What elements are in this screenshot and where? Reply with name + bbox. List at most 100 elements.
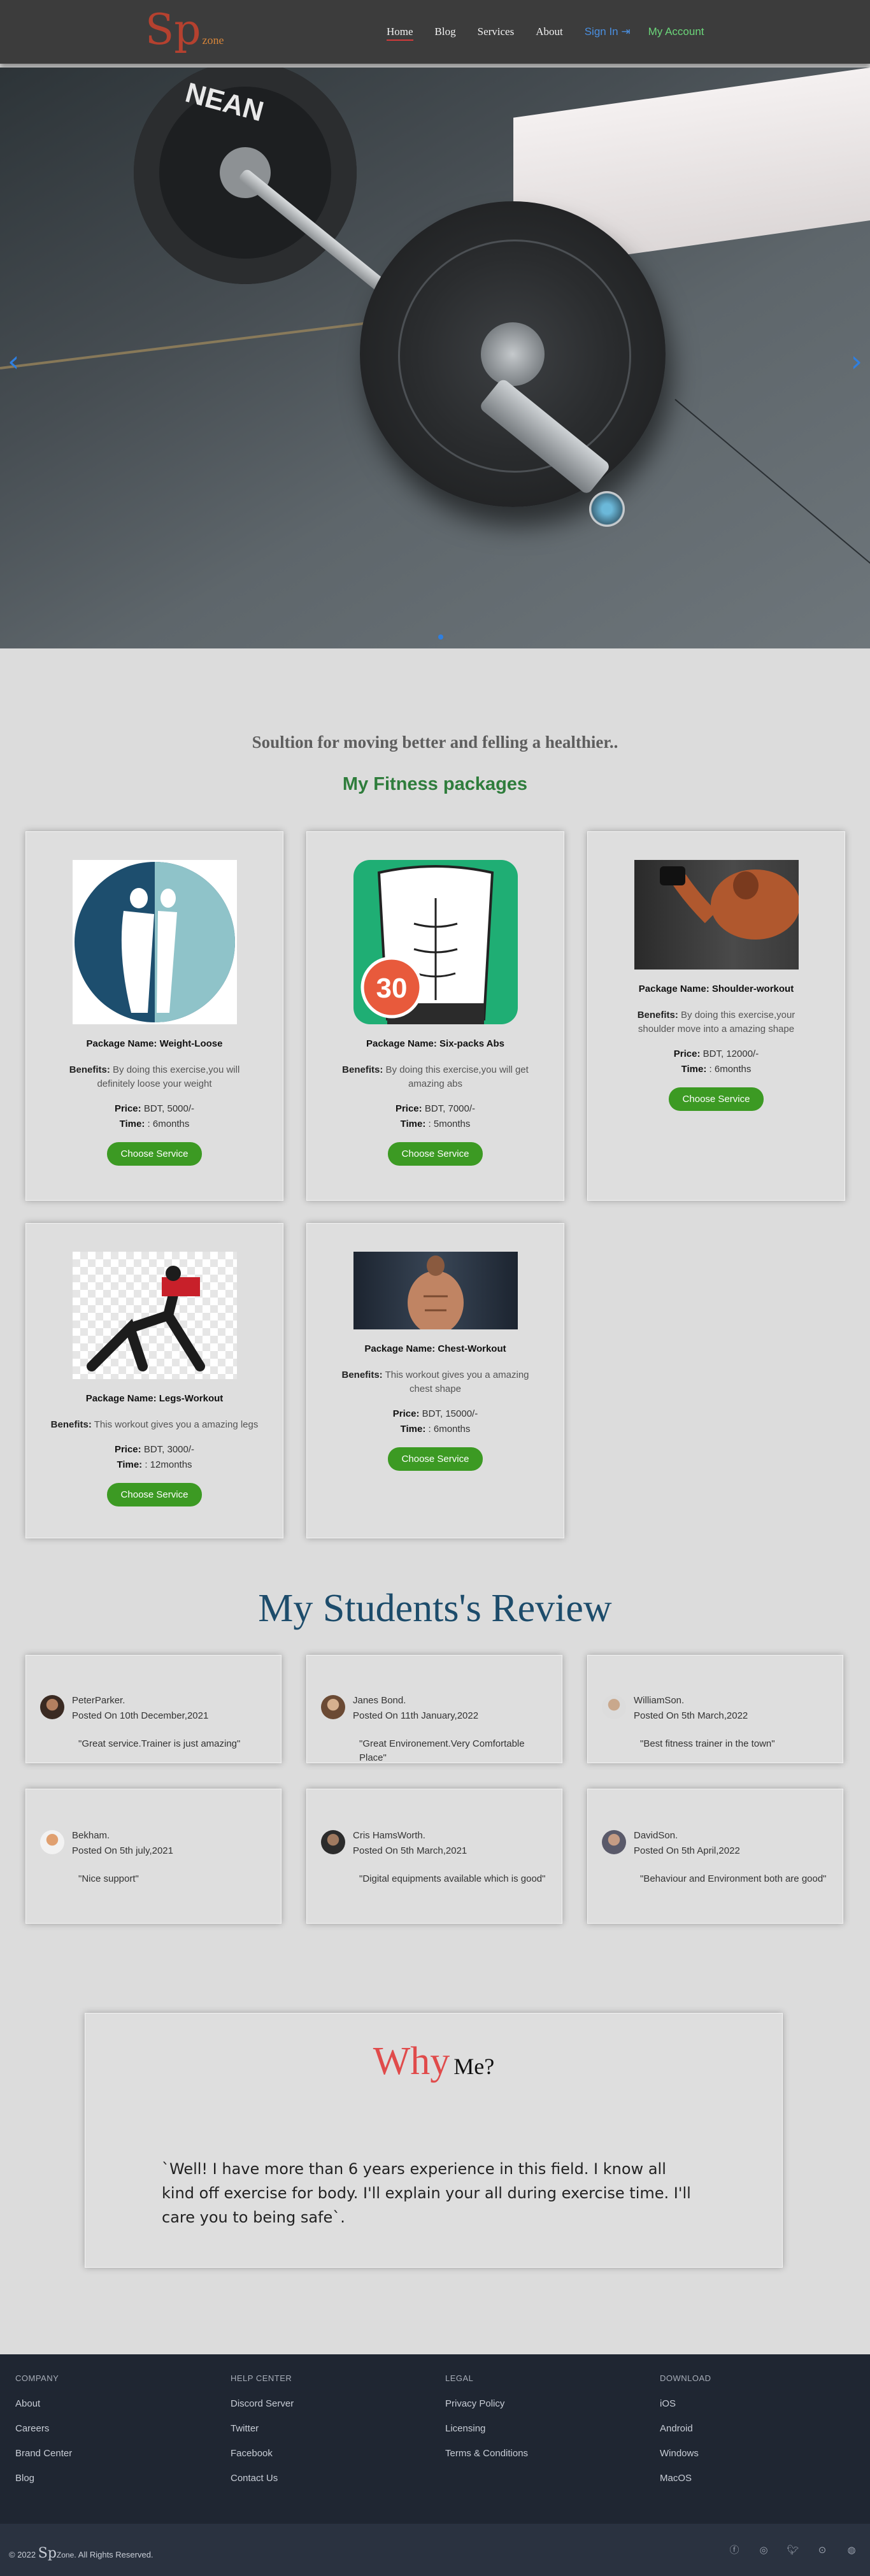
weight-loss-image xyxy=(72,860,237,1024)
review-card: DavidSon. Posted On 5th April,2022 "Beha… xyxy=(587,1789,843,1924)
nav-blog[interactable]: Blog xyxy=(435,25,456,38)
logo-main: Sp xyxy=(145,5,201,54)
footer-link[interactable]: Blog xyxy=(15,2473,72,2484)
twitter-icon[interactable]: 🐦︎ xyxy=(786,2543,800,2557)
reviewer-name: Janes Bond. xyxy=(353,1695,406,1706)
review-text: "Great service.Trainer is just amazing" xyxy=(78,1738,241,1749)
packages-title: My Fitness packages xyxy=(342,774,528,794)
copyright: © 2022 SpZone. All Rights Reserved. xyxy=(9,2545,153,2561)
footer-link[interactable]: Brand Center xyxy=(15,2448,72,2459)
review-card: Bekham. Posted On 5th july,2021 "Nice su… xyxy=(25,1789,282,1924)
footer-link[interactable]: About xyxy=(15,2398,72,2409)
footer-link[interactable]: iOS xyxy=(660,2398,711,2409)
price-value: BDT, 7000/- xyxy=(424,1103,476,1114)
footer-column-help-center: HELP CENTER Discord Server Twitter Faceb… xyxy=(231,2373,294,2484)
footer-column-download: DOWNLOAD iOS Android Windows MacOS xyxy=(660,2373,711,2484)
footer-column-title: LEGAL xyxy=(445,2373,474,2383)
nav-signin[interactable]: Sign In ⇥ xyxy=(585,25,631,38)
chest-workout-image xyxy=(353,1252,518,1329)
copyright-prefix: © 2022 xyxy=(9,2550,36,2559)
footer-link[interactable]: Careers xyxy=(15,2423,72,2434)
copyright-logo-sub: Zone xyxy=(56,2551,75,2559)
price-value: BDT, 15000/- xyxy=(422,1408,478,1419)
price-label: Price: xyxy=(392,1408,420,1419)
footer-link[interactable]: Discord Server xyxy=(231,2398,294,2409)
package-name: Package Name: Six-packs Abs xyxy=(366,1038,505,1049)
facebook-icon[interactable]: ⓕ xyxy=(727,2543,741,2557)
login-arrow-icon: ⇥ xyxy=(621,25,631,38)
nav-my-account[interactable]: My Account xyxy=(648,25,704,38)
legs-workout-image xyxy=(72,1252,237,1379)
footer-link[interactable]: Windows xyxy=(660,2448,711,2459)
package-time: Time: : 6months xyxy=(588,1062,845,1077)
package-name: Package Name: Chest-Workout xyxy=(364,1343,506,1354)
choose-service-button[interactable]: Choose Service xyxy=(106,1142,203,1166)
benefit-label: Benefits: xyxy=(50,1419,92,1430)
shoulder-workout-image xyxy=(634,860,799,970)
package-benefit: Benefits: By doing this exercise,you wil… xyxy=(59,1063,250,1091)
avatar xyxy=(40,1695,64,1719)
instagram-icon[interactable]: ◎ xyxy=(757,2543,771,2557)
footer-column-title: COMPANY xyxy=(15,2373,59,2383)
review-text: "Best fitness trainer in the town" xyxy=(640,1738,775,1749)
social-links: ⓕ ◎ 🐦︎ ⊙ ◍ xyxy=(712,2543,859,2557)
package-time: Time: : 6months xyxy=(307,1422,564,1437)
footer-link[interactable]: Twitter xyxy=(231,2423,294,2434)
package-card-legs: Package Name: Legs-Workout Benefits: Thi… xyxy=(25,1223,283,1538)
choose-service-button[interactable]: Choose Service xyxy=(668,1087,764,1111)
price-label: Price: xyxy=(673,1048,701,1059)
footer-link[interactable]: Privacy Policy xyxy=(445,2398,528,2409)
benefit-text: This workout gives you a amazing chest s… xyxy=(385,1370,529,1394)
package-card-shoulder: Package Name: Shoulder-workout Benefits:… xyxy=(587,831,845,1201)
thumb-30-text: 30 xyxy=(376,973,407,1004)
avatar xyxy=(321,1695,345,1719)
time-label: Time: xyxy=(681,1064,707,1075)
nav-services[interactable]: Services xyxy=(478,25,515,38)
review-card: WilliamSon. Posted On 5th March,2022 "Be… xyxy=(587,1655,843,1763)
choose-service-button[interactable]: Choose Service xyxy=(106,1483,203,1506)
navbar: Sp zone Home Blog Services About Sign In … xyxy=(0,0,870,64)
chevron-right-icon[interactable]: › xyxy=(851,344,862,378)
footer-link[interactable]: Facebook xyxy=(231,2448,294,2459)
package-benefit: Benefits: By doing this exercise,your sh… xyxy=(621,1008,812,1036)
footer-column-title: DOWNLOAD xyxy=(660,2373,711,2383)
footer-column-company: COMPANY About Careers Brand Center Blog xyxy=(15,2373,72,2484)
time-label: Time: xyxy=(119,1119,145,1129)
review-text: "Digital equipments available which is g… xyxy=(359,1873,546,1884)
package-price: Price: BDT, 5000/- xyxy=(26,1101,283,1117)
package-name: Package Name: Legs-Workout xyxy=(85,1393,224,1404)
review-date: Posted On 11th January,2022 xyxy=(353,1710,479,1721)
nav-menu: Home Blog Services About Sign In ⇥ My Ac… xyxy=(387,25,704,41)
carousel-indicator[interactable] xyxy=(438,634,443,640)
hero-carousel: NEAN xyxy=(0,68,870,648)
chevron-left-icon[interactable]: ‹ xyxy=(8,344,19,378)
why-me-card: Why Me? `Well! I have more than 6 years e… xyxy=(85,2013,783,2268)
nav-about[interactable]: About xyxy=(536,25,563,38)
logo-sub: zone xyxy=(202,34,224,47)
time-value: : 5months xyxy=(428,1119,471,1129)
nav-home[interactable]: Home xyxy=(387,25,413,41)
choose-service-button[interactable]: Choose Service xyxy=(387,1142,483,1166)
brand-logo[interactable]: Sp zone xyxy=(145,9,224,51)
time-value: : 12months xyxy=(145,1459,192,1470)
package-benefit: Benefits: This workout gives you a amazi… xyxy=(40,1418,269,1432)
reviewer-name: Cris HamsWorth. xyxy=(353,1830,425,1841)
footer-link[interactable]: Android xyxy=(660,2423,711,2434)
github-icon[interactable]: ⊙ xyxy=(815,2543,829,2557)
footer-link[interactable]: MacOS xyxy=(660,2473,711,2484)
front-plate-hub xyxy=(481,322,545,386)
choose-service-button[interactable]: Choose Service xyxy=(387,1447,483,1471)
price-label: Price: xyxy=(114,1444,141,1455)
footer-link[interactable]: Licensing xyxy=(445,2423,528,2434)
copyright-logo: Sp xyxy=(38,2545,57,2561)
package-benefit: Benefits: This workout gives you a amazi… xyxy=(340,1368,531,1396)
footer-link[interactable]: Contact Us xyxy=(231,2473,294,2484)
reviewer-name: DavidSon. xyxy=(634,1830,678,1841)
why-me-text: `Well! I have more than 6 years experien… xyxy=(162,2160,691,2226)
barbell-end-cap xyxy=(589,491,625,527)
footer-link[interactable]: Terms & Conditions xyxy=(445,2448,528,2459)
dribbble-icon[interactable]: ◍ xyxy=(845,2543,859,2557)
footer-bottom-bar: © 2022 SpZone. All Rights Reserved. ⓕ ◎ … xyxy=(0,2524,870,2576)
review-card: Janes Bond. Posted On 11th January,2022 … xyxy=(306,1655,562,1763)
review-date: Posted On 5th April,2022 xyxy=(634,1845,740,1856)
